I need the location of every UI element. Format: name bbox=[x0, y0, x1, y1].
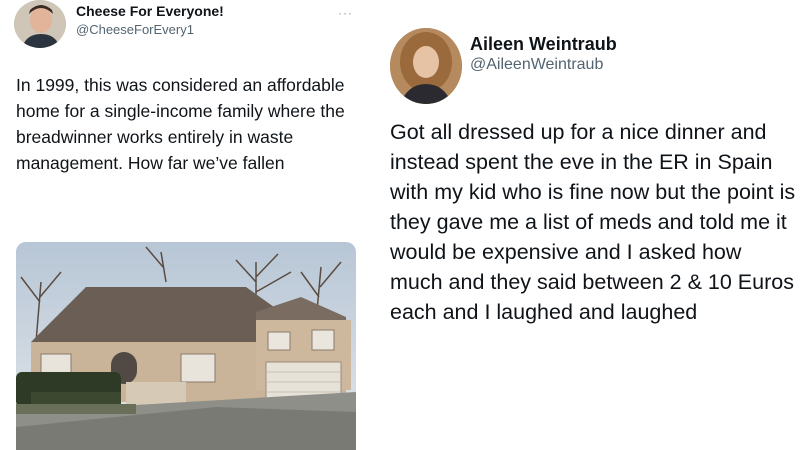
tweet-text: Got all dressed up for a nice dinner and… bbox=[390, 120, 796, 324]
user-handle[interactable]: @AileenWeintraub bbox=[470, 56, 603, 74]
avatar[interactable] bbox=[14, 0, 66, 48]
display-name[interactable]: Aileen Weintraub bbox=[470, 34, 617, 55]
tweet-text: In 1999, this was considered an affordab… bbox=[16, 75, 345, 173]
user-handle[interactable]: @CheeseForEvery1 bbox=[76, 22, 194, 37]
more-options-icon[interactable]: ··· bbox=[338, 6, 353, 20]
avatar[interactable] bbox=[390, 28, 462, 104]
tweet-aileen-weintraub: Aileen Weintraub @AileenWeintraub Got al… bbox=[378, 0, 800, 450]
display-name[interactable]: Cheese For Everyone! bbox=[76, 3, 224, 19]
tweet-cheese-for-everyone: Cheese For Everyone! @CheeseForEvery1 ··… bbox=[0, 0, 372, 450]
house-photo[interactable] bbox=[16, 242, 356, 450]
